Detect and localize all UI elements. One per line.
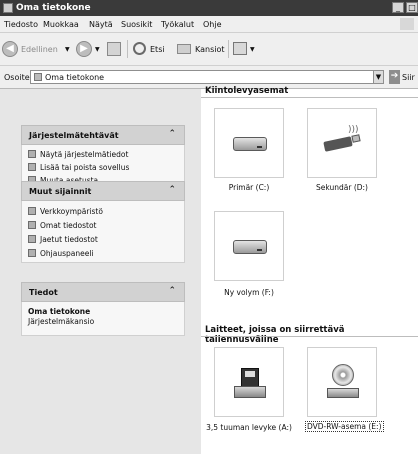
task-pane: Järjestelmätehtävät ⌃ Näytä järjestelmät… — [0, 89, 201, 454]
place-shared-documents[interactable]: Jaetut tiedostot — [28, 235, 98, 244]
system-tasks-header[interactable]: Järjestelmätehtävät ⌃ — [21, 125, 185, 145]
usb-plug — [351, 134, 361, 143]
back-button[interactable]: ◀ Edellinen — [2, 41, 65, 59]
details-description: Järjestelmäkansio — [28, 317, 95, 326]
drive-f-label[interactable]: Ny volym (F:) — [214, 288, 284, 297]
drive-a-label[interactable]: 3,5 tuuman levyke (A:) — [203, 423, 295, 432]
network-icon — [28, 207, 36, 215]
drive-light — [257, 249, 262, 251]
drive-e-label[interactable]: DVD-RW-asema (E:) — [305, 421, 384, 432]
drive-c-label[interactable]: Primär (C:) — [214, 183, 284, 192]
collapse-icon[interactable]: ⌃ — [168, 286, 176, 296]
folder-icon — [28, 235, 36, 243]
address-value: Oma tietokone — [45, 73, 105, 82]
folder-icon — [28, 221, 36, 229]
section-divider — [201, 97, 418, 98]
back-label: Edellinen — [21, 45, 58, 54]
toolbar-separator — [228, 40, 229, 58]
collapse-icon[interactable]: ⌃ — [168, 129, 176, 139]
address-input[interactable]: Oma tietokone — [30, 70, 384, 84]
drive-d-label[interactable]: Sekundär (D:) — [295, 183, 389, 192]
control-panel-icon — [28, 249, 36, 257]
task-system-info[interactable]: Näytä järjestelmätiedot — [28, 150, 128, 159]
menu-bar: Tiedosto Muokkaa Näytä Suosikit Työkalut… — [0, 16, 418, 33]
address-dropdown-icon[interactable]: ▼ — [373, 70, 384, 84]
other-places-body: Verkkoympäristö Omat tiedostot Jaetut ti… — [21, 201, 185, 263]
go-arrow-icon[interactable]: ➔ — [389, 70, 400, 84]
place-my-documents[interactable]: Omat tiedostot — [28, 221, 97, 230]
drive-a-tile[interactable] — [214, 347, 284, 417]
views-icon[interactable] — [233, 42, 247, 55]
menu-edit[interactable]: Muokkaa — [43, 20, 79, 29]
drive-f-tile[interactable] — [214, 211, 284, 281]
title-bar: Oma tietokone _ □ — [0, 0, 418, 16]
dvd-disc-icon — [332, 364, 354, 386]
system-tasks-title: Järjestelmätehtävät — [29, 131, 119, 140]
folders-icon — [177, 44, 191, 54]
computer-icon — [3, 3, 13, 13]
other-places-header[interactable]: Muut sijainnit ⌃ — [21, 181, 185, 201]
wireless-waves-icon: ))) — [348, 125, 359, 135]
menu-view[interactable]: Näytä — [89, 20, 113, 29]
section-divider — [201, 336, 418, 337]
drive-e-label-text: DVD-RW-asema (E:) — [305, 421, 384, 432]
details-body: Oma tietokone Järjestelmäkansio — [21, 302, 185, 336]
details-header[interactable]: Tiedot ⌃ — [21, 282, 185, 302]
collapse-icon[interactable]: ⌃ — [168, 185, 176, 195]
usb-drive-icon — [323, 136, 353, 152]
up-folder-icon[interactable] — [107, 42, 121, 56]
task-add-remove-programs[interactable]: Lisää tai poista sovellus — [28, 163, 129, 172]
drive-c-tile[interactable] — [214, 108, 284, 178]
place-network[interactable]: Verkkoympäristö — [28, 207, 103, 216]
toolbar-separator — [127, 40, 128, 58]
views-dropdown-icon[interactable]: ▼ — [250, 46, 255, 53]
info-icon — [28, 150, 36, 158]
content-area: Kiintolevyasemat Primär (C:) ))) Sekundä… — [201, 86, 418, 454]
search-icon — [133, 42, 146, 55]
programs-icon — [28, 163, 36, 171]
details-name: Oma tietokone — [28, 307, 91, 316]
minimize-button[interactable]: _ — [392, 2, 404, 13]
dvd-drive-icon — [327, 388, 359, 398]
hard-drive-icon — [233, 240, 267, 254]
menu-file[interactable]: Tiedosto — [4, 20, 38, 29]
forward-arrow-icon[interactable]: ▶ — [76, 41, 92, 57]
address-label: Osoite — [4, 73, 30, 82]
back-arrow-icon: ◀ — [2, 41, 18, 57]
folders-button[interactable]: Kansiot — [177, 41, 227, 59]
floppy-label — [245, 371, 255, 377]
drive-d-tile[interactable]: ))) — [307, 108, 377, 178]
details-title: Tiedot — [29, 288, 58, 297]
forward-dropdown-icon[interactable]: ▼ — [95, 46, 100, 53]
computer-icon — [34, 73, 42, 81]
hard-drive-icon — [233, 137, 267, 151]
windows-logo-icon — [400, 18, 414, 30]
place-control-panel[interactable]: Ohjauspaneeli — [28, 249, 94, 258]
search-label: Etsi — [150, 45, 165, 54]
drive-e-tile[interactable] — [307, 347, 377, 417]
floppy-drive-icon — [234, 386, 266, 398]
maximize-button[interactable]: □ — [406, 2, 418, 13]
window-title: Oma tietokone — [16, 3, 91, 13]
go-button-label[interactable]: Siir — [402, 73, 415, 82]
menu-tools[interactable]: Työkalut — [161, 20, 194, 29]
floppy-disk-icon — [241, 368, 259, 387]
hard-drives-heading: Kiintolevyasemat — [205, 86, 289, 96]
removable-heading: Laitteet, joissa on siirrettävä tallennu… — [205, 325, 345, 345]
search-button[interactable]: Etsi — [133, 41, 171, 59]
drive-light — [257, 146, 262, 148]
menu-help[interactable]: Ohje — [203, 20, 222, 29]
folders-label: Kansiot — [195, 45, 225, 54]
menu-favorites[interactable]: Suosikit — [121, 20, 152, 29]
other-places-title: Muut sijainnit — [29, 187, 92, 196]
toolbar: ◀ Edellinen ▼ ▶ ▼ Etsi Kansiot ▼ — [0, 33, 418, 66]
back-dropdown-icon[interactable]: ▼ — [65, 46, 70, 53]
